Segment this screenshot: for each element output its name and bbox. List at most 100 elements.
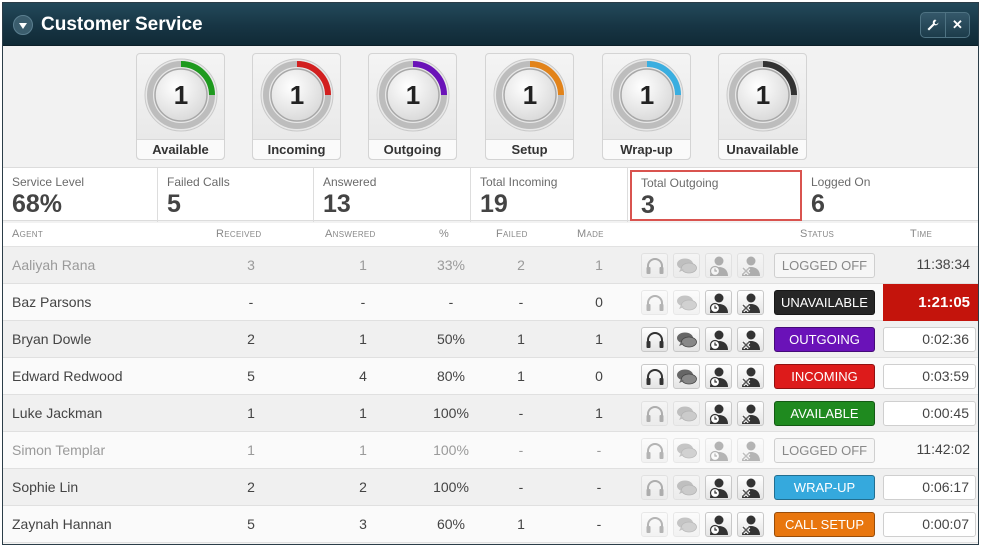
answered-percent: 50%	[436, 331, 466, 347]
status-badge[interactable]: LOGGED OFF	[774, 253, 875, 278]
col-answered: Answered	[325, 228, 376, 240]
agent-logoff-icon[interactable]	[737, 438, 764, 463]
chat-icon[interactable]	[673, 401, 700, 426]
agent-action-icons	[641, 290, 764, 315]
summary-stats: Service Level 68% Failed Calls 5 Answered …	[3, 167, 978, 222]
chat-icon[interactable]	[673, 438, 700, 463]
chat-icon[interactable]	[673, 512, 700, 537]
answered-count: 2	[359, 479, 367, 495]
gauge-label: Setup	[486, 139, 573, 159]
gauge-dial-icon: 1	[493, 58, 567, 132]
failed-count: -	[518, 479, 524, 495]
gauge-label: Wrap-up	[603, 139, 690, 159]
gauge-incoming[interactable]: 1 Incoming	[252, 53, 341, 160]
headset-icon[interactable]	[641, 438, 668, 463]
agent-logoff-icon[interactable]	[737, 327, 764, 352]
window-controls: ✕	[920, 12, 970, 38]
chat-icon[interactable]	[673, 364, 700, 389]
received-count: 5	[247, 516, 255, 532]
gauge-wrap-up[interactable]: 1 Wrap-up	[602, 53, 691, 160]
chat-icon[interactable]	[673, 290, 700, 315]
agent-name: Sophie Lin	[12, 479, 79, 495]
agent-clock-icon[interactable]	[705, 512, 732, 537]
made-count: 1	[595, 331, 603, 347]
status-badge[interactable]: INCOMING	[774, 364, 875, 389]
status-badge[interactable]: CALL SETUP	[774, 512, 875, 537]
failed-count: -	[518, 405, 524, 421]
close-icon[interactable]: ✕	[945, 13, 969, 37]
headset-icon[interactable]	[641, 364, 668, 389]
agent-clock-icon[interactable]	[705, 253, 732, 278]
made-count: -	[596, 442, 602, 458]
status-badge[interactable]: AVAILABLE	[774, 401, 875, 426]
gauge-unavailable[interactable]: 1 Unavailable	[718, 53, 807, 160]
answered-count: -	[360, 294, 366, 310]
status-badge[interactable]: OUTGOING	[774, 327, 875, 352]
stat-value: 3	[641, 191, 655, 219]
received-count: 5	[247, 368, 255, 384]
chat-icon[interactable]	[673, 253, 700, 278]
headset-icon[interactable]	[641, 512, 668, 537]
gauge-outgoing[interactable]: 1 Outgoing	[368, 53, 457, 160]
table-row[interactable]: Luke Jackman 1 1 100% - 1 AVAILABLE 0:00…	[3, 395, 978, 432]
agent-name: Aaliyah Rana	[12, 257, 96, 273]
made-count: 0	[595, 368, 603, 384]
received-count: 2	[247, 331, 255, 347]
agent-logoff-icon[interactable]	[737, 475, 764, 500]
chat-icon[interactable]	[673, 327, 700, 352]
headset-icon[interactable]	[641, 290, 668, 315]
status-badge[interactable]: WRAP-UP	[774, 475, 875, 500]
col-agent: Agent	[12, 228, 44, 240]
answered-count: 1	[359, 442, 367, 458]
agent-clock-icon[interactable]	[705, 327, 732, 352]
status-badge[interactable]: UNAVAILABLE	[774, 290, 875, 315]
agent-logoff-icon[interactable]	[737, 512, 764, 537]
agent-logoff-icon[interactable]	[737, 290, 764, 315]
stat-value: 6	[811, 190, 825, 218]
table-row[interactable]: Zaynah Hannan 5 3 60% 1 - CALL SETUP 0:0…	[3, 506, 978, 543]
agent-clock-icon[interactable]	[705, 438, 732, 463]
table-row[interactable]: Sophie Lin 2 2 100% - - WRAP-UP 0:06:17	[3, 469, 978, 506]
stat-value: 13	[323, 190, 351, 218]
status-time: 0:06:17	[883, 475, 976, 500]
agent-table: Aaliyah Rana 3 1 33% 2 1 LOGGED OFF 11:3…	[3, 247, 978, 543]
gauge-setup[interactable]: 1 Setup	[485, 53, 574, 160]
stat-value: 68%	[12, 190, 63, 218]
agent-clock-icon[interactable]	[705, 364, 732, 389]
headset-icon[interactable]	[641, 253, 668, 278]
stat-label: Failed Calls	[167, 175, 230, 189]
agent-logoff-icon[interactable]	[737, 401, 764, 426]
gauge-dial-icon: 1	[610, 58, 684, 132]
received-count: 3	[247, 257, 255, 273]
agent-logoff-icon[interactable]	[737, 364, 764, 389]
chat-icon[interactable]	[673, 475, 700, 500]
status-time: 0:03:59	[883, 364, 976, 389]
status-badge[interactable]: LOGGED OFF	[774, 438, 875, 463]
stat-label: Total Incoming	[480, 175, 558, 189]
table-row[interactable]: Aaliyah Rana 3 1 33% 2 1 LOGGED OFF 11:3…	[3, 247, 978, 284]
received-count: 2	[247, 479, 255, 495]
gauge-dial-icon: 1	[726, 58, 800, 132]
agent-clock-icon[interactable]	[705, 401, 732, 426]
headset-icon[interactable]	[641, 401, 668, 426]
table-row[interactable]: Baz Parsons - - - - 0 UNAVAILABLE 1:21:0…	[3, 284, 978, 321]
collapse-toggle-icon[interactable]	[13, 15, 33, 35]
settings-wrench-icon[interactable]	[921, 13, 945, 37]
agent-logoff-icon[interactable]	[737, 253, 764, 278]
table-row[interactable]: Bryan Dowle 2 1 50% 1 1 OUTGOING 0:02:36	[3, 321, 978, 358]
gauge-dial-icon: 1	[376, 58, 450, 132]
agent-clock-icon[interactable]	[705, 475, 732, 500]
gauge-count: 1	[290, 80, 304, 110]
agent-clock-icon[interactable]	[705, 290, 732, 315]
gauge-dial-icon: 1	[144, 58, 218, 132]
made-count: -	[596, 479, 602, 495]
col-status: Status	[800, 228, 835, 240]
agent-name: Bryan Dowle	[12, 331, 92, 347]
table-row[interactable]: Edward Redwood 5 4 80% 1 0 INCOMING 0:03…	[3, 358, 978, 395]
gauge-available[interactable]: 1 Available	[136, 53, 225, 160]
stat-total-outgoing: Total Outgoing 3	[630, 170, 802, 221]
headset-icon[interactable]	[641, 475, 668, 500]
table-row[interactable]: Simon Templar 1 1 100% - - LOGGED OFF 11…	[3, 432, 978, 469]
headset-icon[interactable]	[641, 327, 668, 352]
gauge-count: 1	[174, 80, 188, 110]
